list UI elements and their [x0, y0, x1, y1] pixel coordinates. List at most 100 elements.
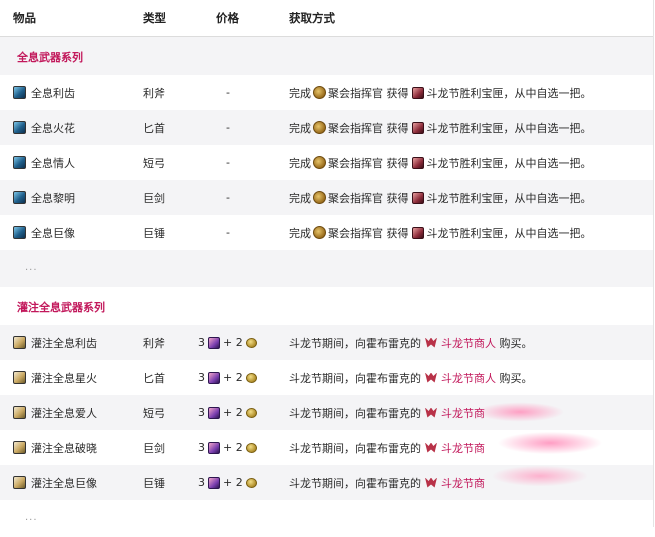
table-header: 物品 类型 价格 获取方式 — [0, 0, 653, 37]
table-row: 灌注全息巨像 巨锤 3 + 2 斗龙节期间，向霍布雷克的 斗龙节商 — [0, 465, 653, 500]
merchant-icon[interactable] — [424, 372, 438, 384]
section-title: 全息武器系列 — [17, 51, 83, 64]
item-price: - — [226, 156, 230, 169]
gold-coin-icon — [245, 337, 257, 348]
table-row: 全息情人 短弓 - 完成 聚会指挥官 获得 斗龙节胜利宝匣 ，从中自选一把。 — [0, 145, 653, 180]
item-price: 3 + 2 — [198, 395, 258, 430]
item-source: 斗龙节期间，向霍布雷克的 斗龙节商人 购买。 — [289, 370, 533, 386]
item-name-link[interactable]: 灌注全息巨像 — [31, 475, 97, 491]
achievement-link[interactable]: 聚会指挥官 — [328, 120, 383, 136]
item-price: 3 + 2 — [198, 465, 258, 500]
item-type: 利斧 — [143, 86, 165, 100]
merchant-link[interactable]: 斗龙节商 — [441, 405, 485, 421]
achievement-link[interactable]: 聚会指挥官 — [328, 155, 383, 171]
section-infused-holo-weapons: 灌注全息武器系列 — [0, 287, 653, 325]
achievement-link[interactable]: 聚会指挥官 — [328, 225, 383, 241]
merchant-link[interactable]: 斗龙节商人 — [441, 370, 496, 386]
festival-token-icon[interactable] — [208, 476, 220, 489]
holo-weapon-icon[interactable] — [13, 226, 26, 239]
gold-coin-icon — [245, 477, 257, 488]
header-source: 获取方式 — [289, 11, 335, 25]
item-price: - — [226, 191, 230, 204]
item-name-link[interactable]: 全息利齿 — [31, 85, 75, 101]
item-type: 匕首 — [143, 371, 165, 385]
item-source: 斗龙节期间，向霍布雷克的 斗龙节商 — [289, 405, 485, 421]
holo-weapon-icon[interactable] — [13, 86, 26, 99]
header-type: 类型 — [143, 11, 166, 25]
header-item: 物品 — [13, 11, 36, 25]
holo-weapon-icon[interactable] — [13, 191, 26, 204]
item-name-link[interactable]: 全息情人 — [31, 155, 75, 171]
table-row: 灌注全息星火 匕首 3 + 2 斗龙节期间，向霍布雷克的 斗龙节商人 购买。 — [0, 360, 653, 395]
infused-weapon-icon[interactable] — [13, 476, 26, 489]
table-row: 灌注全息利齿 利斧 3 + 2 斗龙节期间，向霍布雷克的 斗龙节商人 购买。 — [0, 325, 653, 360]
item-source: 斗龙节期间，向霍布雷克的 斗龙节商 — [289, 440, 485, 456]
item-name-link[interactable]: 灌注全息星火 — [31, 370, 97, 386]
item-type: 匕首 — [143, 121, 165, 135]
item-price: 3 + 2 — [198, 360, 258, 395]
merchant-icon[interactable] — [424, 477, 438, 489]
infused-weapon-icon[interactable] — [13, 371, 26, 384]
item-source: 完成 聚会指挥官 获得 斗龙节胜利宝匣 ，从中自选一把。 — [289, 225, 592, 241]
more-rows-indicator: ... — [0, 500, 653, 537]
infused-weapon-icon[interactable] — [13, 441, 26, 454]
item-type: 巨剑 — [143, 441, 165, 455]
festival-token-icon[interactable] — [208, 406, 220, 419]
merchant-link[interactable]: 斗龙节商人 — [441, 335, 496, 351]
item-name-link[interactable]: 灌注全息爱人 — [31, 405, 97, 421]
section-holo-weapons: 全息武器系列 — [0, 37, 653, 75]
table-row: 灌注全息破晓 巨剑 3 + 2 斗龙节期间，向霍布雷克的 斗龙节商 — [0, 430, 653, 465]
more-rows-indicator: ... — [0, 250, 653, 287]
item-source: 完成 聚会指挥官 获得 斗龙节胜利宝匣 ，从中自选一把。 — [289, 85, 592, 101]
commander-badge-icon[interactable] — [313, 86, 326, 99]
header-price: 价格 — [216, 11, 239, 25]
achievement-link[interactable]: 聚会指挥官 — [328, 85, 383, 101]
victory-chest-icon[interactable] — [411, 86, 424, 99]
infused-weapon-icon[interactable] — [13, 406, 26, 419]
item-name-link[interactable]: 全息巨像 — [31, 225, 75, 241]
gold-coin-icon — [245, 442, 257, 453]
commander-badge-icon[interactable] — [313, 226, 326, 239]
festival-token-icon[interactable] — [208, 336, 220, 349]
holo-weapon-icon[interactable] — [13, 156, 26, 169]
merchant-icon[interactable] — [424, 407, 438, 419]
items-table: 物品 类型 价格 获取方式 全息武器系列 全息利齿 利斧 - 完成 聚会指挥官 获… — [0, 0, 654, 537]
victory-chest-icon[interactable] — [411, 156, 424, 169]
item-source: 完成 聚会指挥官 获得 斗龙节胜利宝匣 ，从中自选一把。 — [289, 120, 592, 136]
merchant-link[interactable]: 斗龙节商 — [441, 440, 485, 456]
chest-link[interactable]: 斗龙节胜利宝匣 — [427, 155, 504, 171]
item-type: 短弓 — [143, 156, 165, 170]
item-name-link[interactable]: 灌注全息破晓 — [31, 440, 97, 456]
item-name-link[interactable]: 全息火花 — [31, 120, 75, 136]
achievement-link[interactable]: 聚会指挥官 — [328, 190, 383, 206]
commander-badge-icon[interactable] — [313, 191, 326, 204]
infused-weapon-icon[interactable] — [13, 336, 26, 349]
victory-chest-icon[interactable] — [411, 226, 424, 239]
festival-token-icon[interactable] — [208, 441, 220, 454]
commander-badge-icon[interactable] — [313, 156, 326, 169]
merchant-link[interactable]: 斗龙节商 — [441, 475, 485, 491]
chest-link[interactable]: 斗龙节胜利宝匣 — [427, 85, 504, 101]
item-price: - — [226, 226, 230, 239]
item-price: 3 + 2 — [198, 430, 258, 465]
chest-link[interactable]: 斗龙节胜利宝匣 — [427, 120, 504, 136]
chest-link[interactable]: 斗龙节胜利宝匣 — [427, 190, 504, 206]
merchant-icon[interactable] — [424, 337, 438, 349]
item-name-link[interactable]: 灌注全息利齿 — [31, 335, 97, 351]
item-source: 完成 聚会指挥官 获得 斗龙节胜利宝匣 ，从中自选一把。 — [289, 190, 592, 206]
item-type: 短弓 — [143, 406, 165, 420]
holo-weapon-icon[interactable] — [13, 121, 26, 134]
item-name-link[interactable]: 全息黎明 — [31, 190, 75, 206]
chest-link[interactable]: 斗龙节胜利宝匣 — [427, 225, 504, 241]
table-row: 全息巨像 巨锤 - 完成 聚会指挥官 获得 斗龙节胜利宝匣 ，从中自选一把。 — [0, 215, 653, 250]
victory-chest-icon[interactable] — [411, 191, 424, 204]
table-row: 全息火花 匕首 - 完成 聚会指挥官 获得 斗龙节胜利宝匣 ，从中自选一把。 — [0, 110, 653, 145]
merchant-icon[interactable] — [424, 442, 438, 454]
victory-chest-icon[interactable] — [411, 121, 424, 134]
item-type: 巨锤 — [143, 476, 165, 490]
gold-coin-icon — [245, 372, 257, 383]
festival-token-icon[interactable] — [208, 371, 220, 384]
item-price: - — [226, 86, 230, 99]
item-type: 巨剑 — [143, 191, 165, 205]
commander-badge-icon[interactable] — [313, 121, 326, 134]
